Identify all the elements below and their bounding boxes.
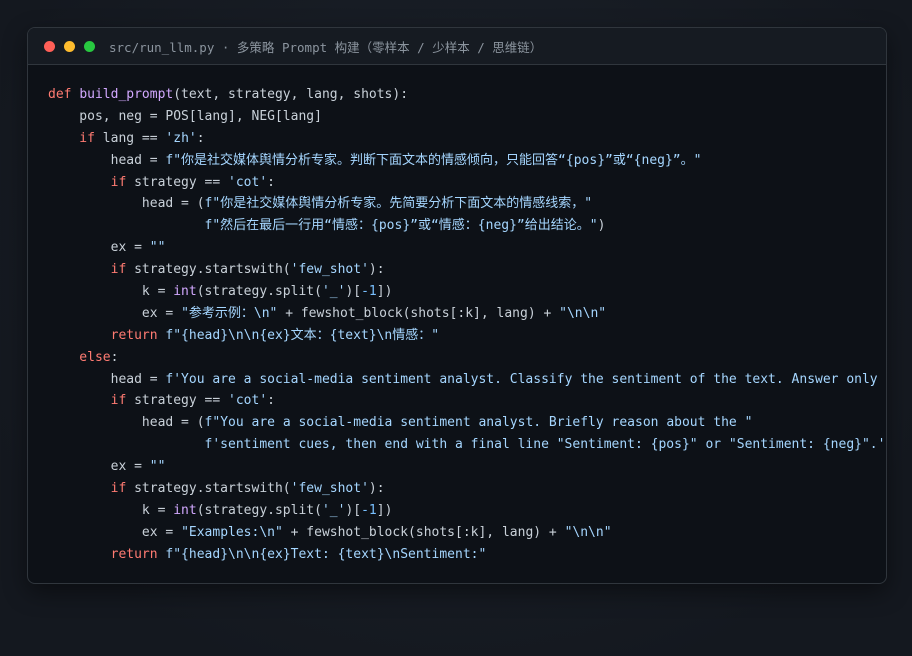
- code-line: k = int(strategy.split('_')[-1]): [48, 281, 886, 303]
- code-token-kw: else: [48, 349, 111, 365]
- code-token-str: 'few_shot': [290, 262, 369, 278]
- code-token-pl: )[: [345, 502, 362, 518]
- code-line: f"然后在最后一行用“情感：{pos}”或“情感：{neg}”给出结论。"): [48, 215, 886, 237]
- code-line: head = f'You are a social-media sentimen…: [48, 369, 886, 391]
- code-token-str: 'few_shot': [290, 481, 369, 497]
- code-token-num: -1: [361, 502, 377, 518]
- code-token-str: "": [149, 240, 166, 256]
- code-token-pl: head = (: [48, 196, 205, 212]
- code-line: pos, neg = POS[lang], NEG[lang]: [48, 106, 886, 128]
- code-line: return f"{head}\n\n{ex}文本：{text}\n情感：": [48, 325, 886, 347]
- minimize-window-button[interactable]: [64, 40, 75, 52]
- code-token-pl: ex =: [48, 524, 182, 540]
- code-token-str: 'zh': [165, 130, 197, 146]
- code-token-pl: :: [267, 393, 275, 409]
- code-token-str: f'You are a social-media sentiment analy…: [165, 371, 886, 387]
- code-token-str: '_': [321, 284, 346, 300]
- code-line: head = (f"You are a social-media sentime…: [48, 412, 886, 434]
- code-line: ex = "Examples:\n" + fewshot_block(shots…: [48, 522, 886, 544]
- code-line: k = int(strategy.split('_')[-1]): [48, 500, 886, 522]
- code-token-str: "参考示例：\n": [181, 305, 278, 321]
- code-token-pl: strategy ==: [134, 393, 229, 409]
- code-line: if strategy == 'cot':: [48, 390, 886, 412]
- code-token-kw: if: [48, 393, 135, 409]
- code-token-pl: ): [885, 437, 886, 452]
- code-token-str: f"你是社交媒体舆情分析专家。先简要分析下面文本的情感线索，": [204, 196, 593, 212]
- close-window-button[interactable]: [44, 40, 55, 52]
- code-line: if strategy == 'cot':: [48, 172, 886, 194]
- code-token-pl: + fewshot_block(shots[:k], lang) +: [282, 524, 565, 540]
- code-token-str: f"{head}\n\n{ex}Text: {text}\nSentiment:…: [165, 546, 487, 562]
- code-line: head = f"你是社交媒体舆情分析专家。判断下面文本的情感倾向，只能回答“{…: [48, 150, 886, 172]
- code-line: return f"{head}\n\n{ex}Text: {text}\nSen…: [48, 544, 886, 566]
- code-token-pl: ex =: [48, 305, 182, 321]
- code-token-str: f"然后在最后一行用“情感：{pos}”或“情感：{neg}”给出结论。": [48, 218, 598, 234]
- code-line: f'sentiment cues, then end with a final …: [48, 434, 886, 456]
- code-line: ex = "": [48, 237, 886, 259]
- window-title: src/run_llm.py · 多策略 Prompt 构建（零样本 / 少样本…: [109, 39, 543, 55]
- code-editor[interactable]: def build_prompt(text, strategy, lang, s…: [48, 84, 886, 566]
- code-token-pl: (strategy.split(: [196, 502, 322, 518]
- code-token-pl: ]): [376, 284, 393, 300]
- code-token-kw: def: [48, 87, 80, 102]
- code-token-pl: k =: [48, 284, 174, 300]
- code-token-pl: + fewshot_block(shots[:k], lang) +: [277, 305, 560, 321]
- code-token-str: "": [149, 459, 166, 475]
- code-token-pl: strategy.startswith(: [134, 481, 291, 497]
- code-token-pl: ]): [376, 502, 393, 518]
- code-window: src/run_llm.py · 多策略 Prompt 构建（零样本 / 少样本…: [27, 27, 887, 584]
- code-token-kw: if: [48, 174, 135, 190]
- code-token-str: 'cot': [228, 174, 268, 190]
- code-line: if strategy.startswith('few_shot'):: [48, 478, 886, 500]
- code-token-str: f'sentiment cues, then end with a final …: [48, 437, 886, 453]
- code-token-pl: ): [597, 218, 606, 234]
- code-token-pl: :: [196, 130, 205, 146]
- code-token-kw: if: [48, 481, 135, 497]
- code-token-str: "\n\n": [559, 305, 607, 321]
- code-token-pl: :: [110, 349, 119, 365]
- code-token-fn: build_prompt: [79, 87, 174, 102]
- code-token-str: f"你是社交媒体舆情分析专家。判断下面文本的情感倾向，只能回答“{pos}”或“…: [165, 152, 702, 168]
- code-token-pl: ):: [368, 262, 385, 278]
- code-line: if strategy.startswith('few_shot'):: [48, 259, 886, 281]
- code-token-pl: head = (: [48, 415, 205, 431]
- code-token-pl: head =: [48, 152, 166, 168]
- code-token-kw: if: [48, 262, 135, 278]
- code-token-pl: lang ==: [102, 130, 166, 146]
- code-token-pl: ex =: [48, 459, 150, 475]
- code-token-pl: pos, neg = POS[lang], NEG[lang]: [48, 108, 322, 124]
- code-token-str: '_': [321, 502, 346, 518]
- code-token-pl: (strategy.split(: [196, 284, 322, 300]
- code-token-pl: ex =: [48, 240, 150, 256]
- code-token-kw: if: [48, 130, 103, 146]
- code-token-num: -1: [361, 284, 377, 300]
- code-token-str: "\n\n": [564, 524, 612, 540]
- code-line: ex = "参考示例：\n" + fewshot_block(shots[:k]…: [48, 303, 886, 325]
- maximize-window-button[interactable]: [84, 40, 95, 52]
- code-line: ex = "": [48, 456, 886, 478]
- code-line: if lang == 'zh':: [48, 128, 886, 150]
- code-token-pl: strategy.startswith(: [134, 262, 291, 278]
- code-token-str: "Examples:\n": [181, 524, 283, 540]
- title-bar: src/run_llm.py · 多策略 Prompt 构建（零样本 / 少样本…: [28, 28, 886, 65]
- code-line: head = (f"你是社交媒体舆情分析专家。先简要分析下面文本的情感线索，": [48, 193, 886, 215]
- code-token-kw: return: [48, 327, 166, 343]
- code-token-pl: k =: [48, 502, 174, 518]
- code-token-pl: strategy ==: [134, 174, 229, 190]
- code-token-bi: int: [173, 284, 197, 300]
- code-token-str: f"You are a social-media sentiment analy…: [204, 415, 753, 431]
- code-token-pl: :: [267, 174, 275, 190]
- code-token-bi: int: [173, 502, 197, 518]
- code-token-pl: )[: [345, 284, 362, 300]
- code-token-pl: ):: [368, 481, 385, 497]
- code-token-str: f"{head}\n\n{ex}文本：{text}\n情感：": [165, 327, 440, 343]
- code-line: else:: [48, 347, 886, 369]
- code-token-kw: return: [48, 546, 166, 562]
- code-line: def build_prompt(text, strategy, lang, s…: [48, 84, 886, 106]
- code-token-pl: head =: [48, 371, 166, 387]
- code-token-pl: (text, strategy, lang, shots):: [173, 87, 409, 102]
- code-token-str: 'cot': [228, 393, 268, 409]
